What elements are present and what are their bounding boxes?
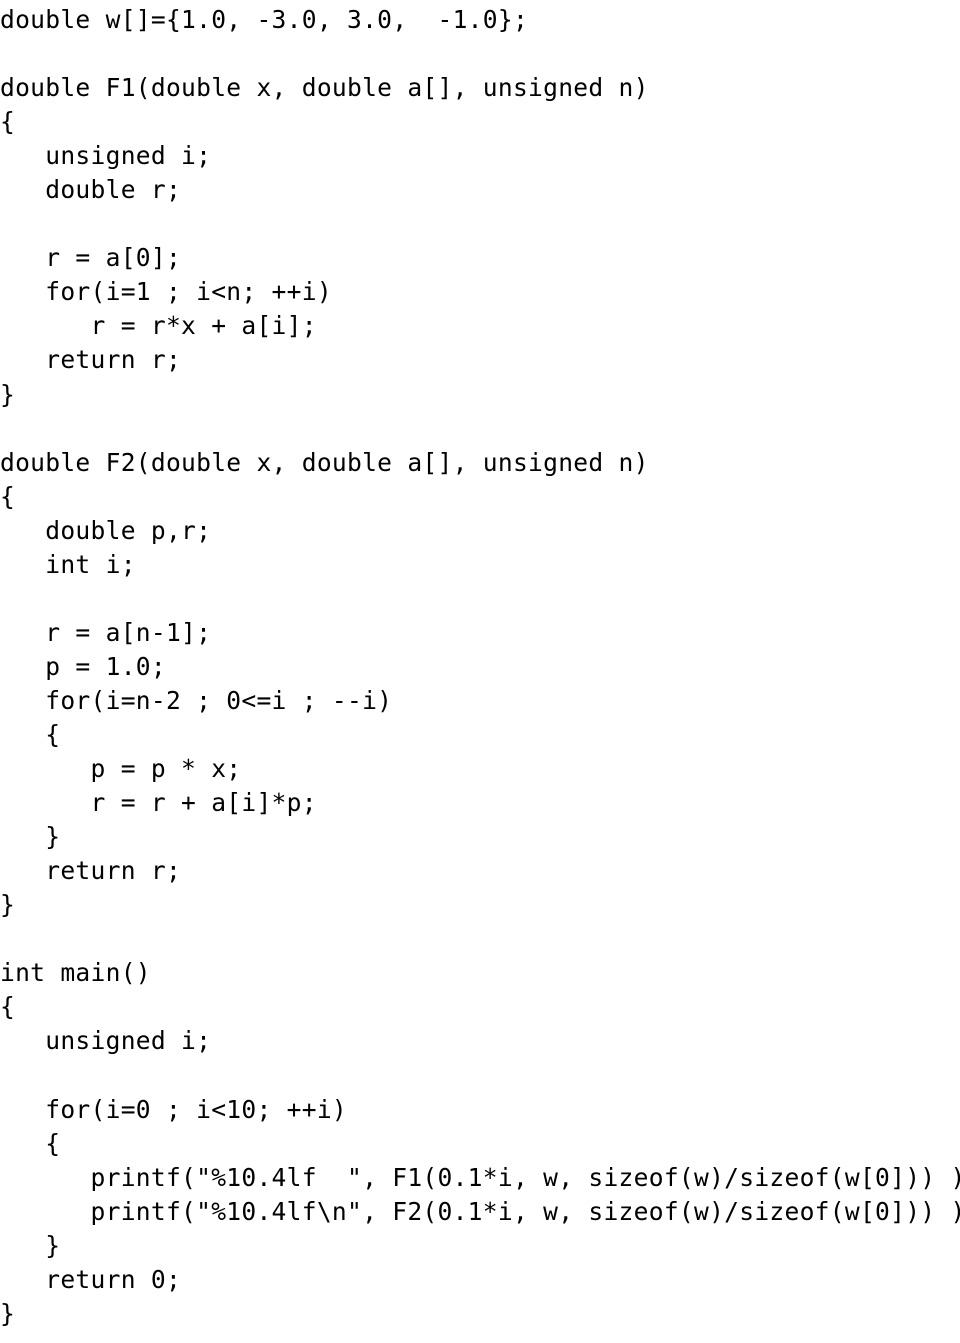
code-line: for(i=n-2 ; 0<=i ; --i) <box>0 685 393 715</box>
code-line: double r; <box>0 175 182 205</box>
code-line: { <box>0 1128 61 1158</box>
code-line: } <box>0 1230 61 1260</box>
code-line: p = p * x; <box>0 754 242 784</box>
code-line: return r; <box>0 345 182 375</box>
code-line: double w[]={1.0, -3.0, 3.0, -1.0}; <box>0 5 529 34</box>
code-line: unsigned i; <box>0 141 212 171</box>
code-line: r = r + a[i]*p; <box>0 788 317 818</box>
code-line: { <box>0 992 16 1022</box>
code-line: return 0; <box>0 1264 182 1294</box>
code-line: } <box>0 822 61 852</box>
code-line: printf("%10.4lf\n", F2(0.1*i, w, sizeof(… <box>0 1196 960 1226</box>
code-line: r = a[0]; <box>0 243 182 273</box>
code-line: { <box>0 107 16 137</box>
code-line: } <box>0 379 16 409</box>
code-line: int i; <box>0 549 136 579</box>
code-line: for(i=1 ; i<n; ++i) <box>0 277 332 307</box>
code-line: double F1(double x, double a[], unsigned… <box>0 73 649 103</box>
code-line: r = a[n-1]; <box>0 617 212 647</box>
code-line: printf("%10.4lf ", F1(0.1*i, w, sizeof(w… <box>0 1162 960 1192</box>
code-line: unsigned i; <box>0 1026 212 1056</box>
code-line: int main() <box>0 958 151 988</box>
code-line: { <box>0 719 61 749</box>
code-listing-page: double w[]={1.0, -3.0, 3.0, -1.0}; doubl… <box>0 0 960 1343</box>
code-line: p = 1.0; <box>0 651 166 681</box>
code-line: return r; <box>0 856 182 886</box>
code-line: } <box>0 1298 16 1328</box>
code-line: r = r*x + a[i]; <box>0 311 317 341</box>
code-listing-body: double w[]={1.0, -3.0, 3.0, -1.0}; doubl… <box>0 3 960 1331</box>
code-line: { <box>0 481 16 511</box>
code-line: } <box>0 890 16 920</box>
code-line: double F2(double x, double a[], unsigned… <box>0 447 649 477</box>
code-line: for(i=0 ; i<10; ++i) <box>0 1094 347 1124</box>
code-line: double p,r; <box>0 515 212 545</box>
